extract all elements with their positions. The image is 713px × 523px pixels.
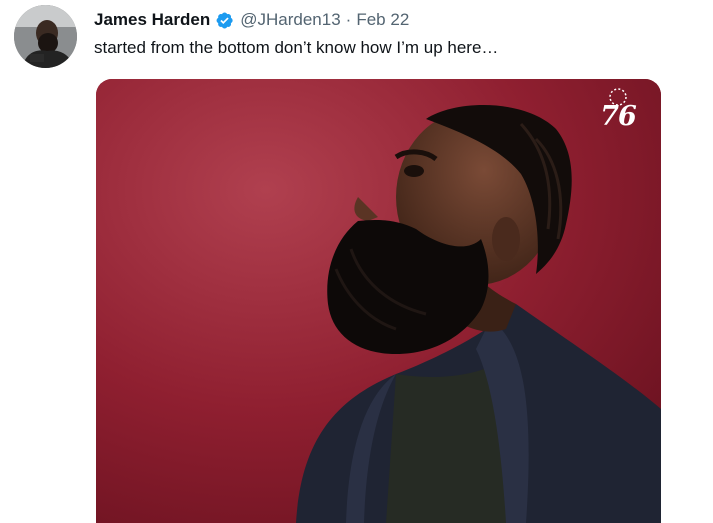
avatar[interactable] xyxy=(14,5,77,68)
portrait-photo xyxy=(96,79,661,523)
tweet-header: James Harden @JHarden13 · Feb 22 xyxy=(94,9,409,31)
sixers-logo: 76 xyxy=(594,86,642,138)
avatar-image xyxy=(14,5,77,68)
author-handle[interactable]: @JHarden13 xyxy=(240,10,340,30)
header-separator: · xyxy=(345,10,352,29)
tweet[interactable]: James Harden @JHarden13 · Feb 22 started… xyxy=(0,0,713,523)
verified-badge-icon xyxy=(216,11,233,29)
author-name[interactable]: James Harden xyxy=(94,10,210,30)
logo-text: 76 xyxy=(600,101,637,132)
tweet-date[interactable]: Feb 22 xyxy=(356,10,409,30)
tweet-media[interactable] xyxy=(96,79,661,523)
tweet-text: started from the bottom don’t know how I… xyxy=(94,38,499,57)
